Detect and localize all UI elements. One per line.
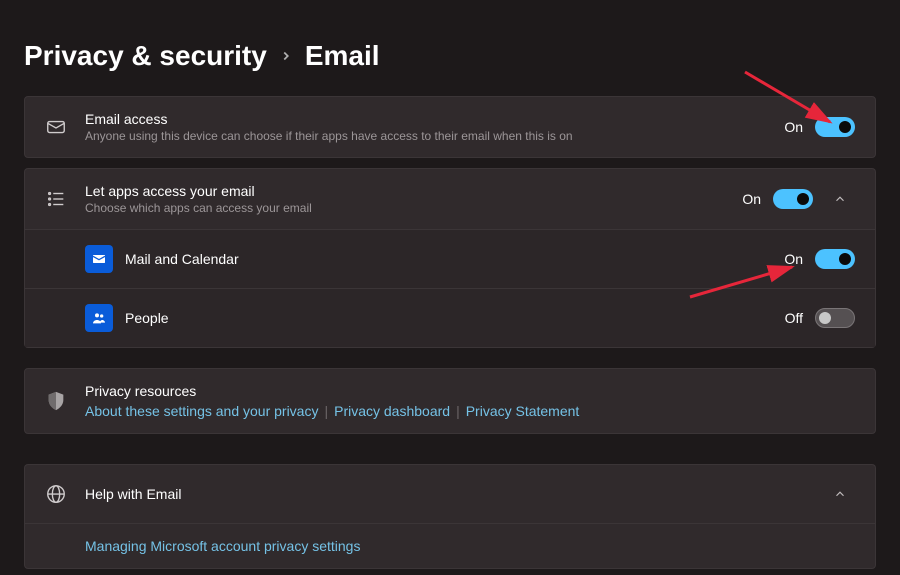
let-apps-row[interactable]: Let apps access your email Choose which …	[25, 169, 875, 229]
mail-icon	[45, 116, 85, 138]
shield-icon	[45, 390, 85, 412]
breadcrumb-current: Email	[305, 40, 380, 72]
globe-help-icon	[45, 483, 85, 505]
link-privacy-dashboard[interactable]: Privacy dashboard	[334, 403, 450, 419]
email-access-title: Email access	[85, 111, 784, 127]
list-icon	[45, 188, 85, 210]
collapse-button[interactable]	[825, 184, 855, 214]
app-toggle-label-people: Off	[785, 310, 803, 326]
email-access-desc: Anyone using this device can choose if t…	[85, 129, 784, 143]
app-row-people: People Off	[25, 289, 875, 347]
app-toggle-people[interactable]	[815, 308, 855, 328]
help-link-row: Managing Microsoft account privacy setti…	[25, 524, 875, 568]
mail-app-icon	[85, 245, 113, 273]
email-access-row: Email access Anyone using this device ca…	[25, 97, 875, 157]
app-row-mail: Mail and Calendar On	[25, 230, 875, 288]
help-row[interactable]: Help with Email	[25, 465, 875, 523]
privacy-resources-title: Privacy resources	[85, 383, 855, 399]
help-link-manage-privacy[interactable]: Managing Microsoft account privacy setti…	[85, 538, 360, 554]
link-privacy-statement[interactable]: Privacy Statement	[466, 403, 580, 419]
people-app-icon	[85, 304, 113, 332]
let-apps-toggle[interactable]	[773, 189, 813, 209]
let-apps-toggle-label: On	[742, 191, 761, 207]
breadcrumb-parent[interactable]: Privacy & security	[24, 40, 267, 72]
app-toggle-label-mail: On	[784, 251, 803, 267]
app-name-mail: Mail and Calendar	[125, 251, 784, 267]
app-toggle-mail[interactable]	[815, 249, 855, 269]
email-access-toggle-label: On	[784, 119, 803, 135]
let-apps-title: Let apps access your email	[85, 183, 742, 199]
privacy-resources-row: Privacy resources About these settings a…	[25, 369, 875, 433]
help-collapse-button[interactable]	[825, 479, 855, 509]
link-about-privacy[interactable]: About these settings and your privacy	[85, 403, 318, 419]
email-access-toggle[interactable]	[815, 117, 855, 137]
breadcrumb: Privacy & security Email	[0, 0, 900, 96]
let-apps-desc: Choose which apps can access your email	[85, 201, 742, 215]
app-name-people: People	[125, 310, 785, 326]
chevron-right-icon	[279, 49, 293, 63]
help-title: Help with Email	[85, 486, 825, 502]
